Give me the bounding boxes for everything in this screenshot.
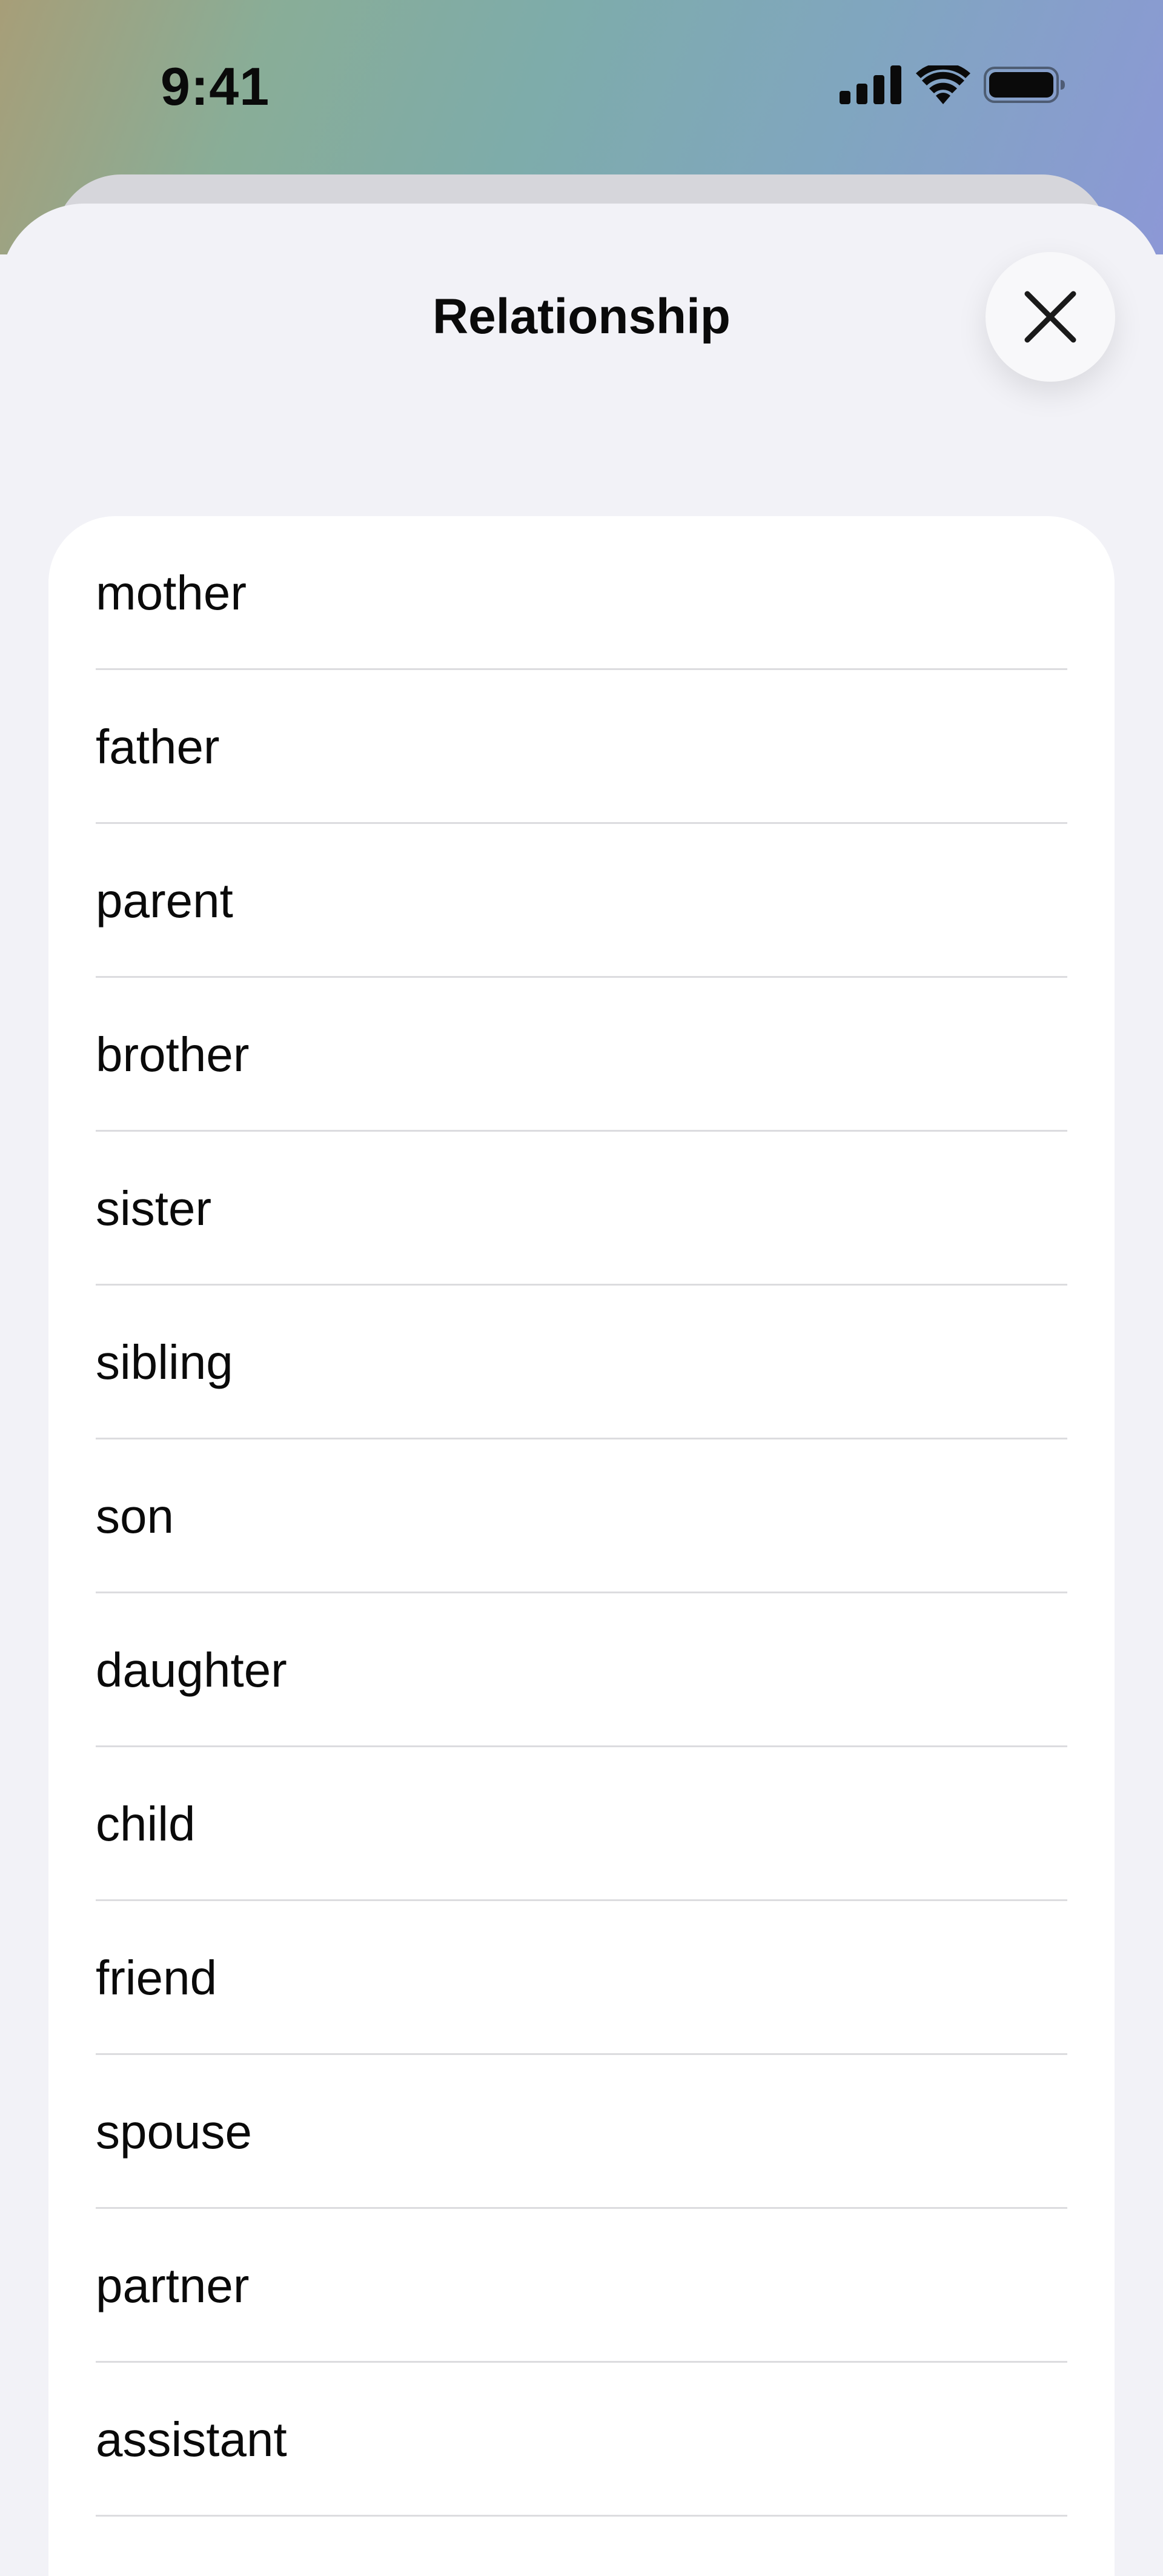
list-item-sibling[interactable]: sibling xyxy=(48,1286,1115,1439)
list-item-friend[interactable]: friend xyxy=(48,1901,1115,2055)
list-item-spouse[interactable]: spouse xyxy=(48,2055,1115,2209)
battery-icon xyxy=(984,67,1065,103)
list-item-label: manager xyxy=(96,2517,287,2576)
relationship-list: mother father parent brother sister sibling so… xyxy=(48,516,1115,2576)
list-item-daughter[interactable]: daughter xyxy=(48,1593,1115,1747)
list-item-assistant[interactable]: assistant xyxy=(48,2363,1115,2517)
list-item-label: spouse xyxy=(96,2105,252,2159)
list-item-parent[interactable]: parent xyxy=(48,824,1115,978)
list-item-label: sister xyxy=(96,1181,212,1235)
list-item-label: son xyxy=(96,1489,174,1543)
relationship-sheet: Relationship mother father parent brother si… xyxy=(0,204,1163,2576)
list-item-brother[interactable]: brother xyxy=(48,978,1115,1132)
list-item-label: assistant xyxy=(96,2412,287,2466)
list-item-partner[interactable]: partner xyxy=(48,2209,1115,2363)
list-item-label: partner xyxy=(96,2259,250,2312)
list-item-child[interactable]: child xyxy=(48,1747,1115,1901)
close-icon xyxy=(1024,291,1076,343)
list-item-label: brother xyxy=(96,1027,250,1081)
status-icons xyxy=(840,65,1066,104)
list-item-mother[interactable]: mother xyxy=(48,516,1115,670)
list-item-father[interactable]: father xyxy=(48,670,1115,824)
list-item-manager[interactable]: manager xyxy=(48,2517,1115,2576)
list-item-label: mother xyxy=(96,566,247,620)
list-item-sister[interactable]: sister xyxy=(48,1132,1115,1286)
list-item-label: child xyxy=(96,1797,196,1851)
list-item-label: sibling xyxy=(96,1335,233,1389)
list-item-son[interactable]: son xyxy=(48,1439,1115,1593)
status-bar: 9:41 xyxy=(0,0,1163,170)
list-item-label: daughter xyxy=(96,1643,287,1697)
wifi-icon xyxy=(916,65,970,104)
cellular-signal-icon xyxy=(840,65,901,104)
list-item-label: father xyxy=(96,720,220,774)
list-item-label: friend xyxy=(96,1951,217,2005)
list-item-label: parent xyxy=(96,874,233,928)
status-time: 9:41 xyxy=(161,56,270,116)
close-button[interactable] xyxy=(986,252,1115,382)
